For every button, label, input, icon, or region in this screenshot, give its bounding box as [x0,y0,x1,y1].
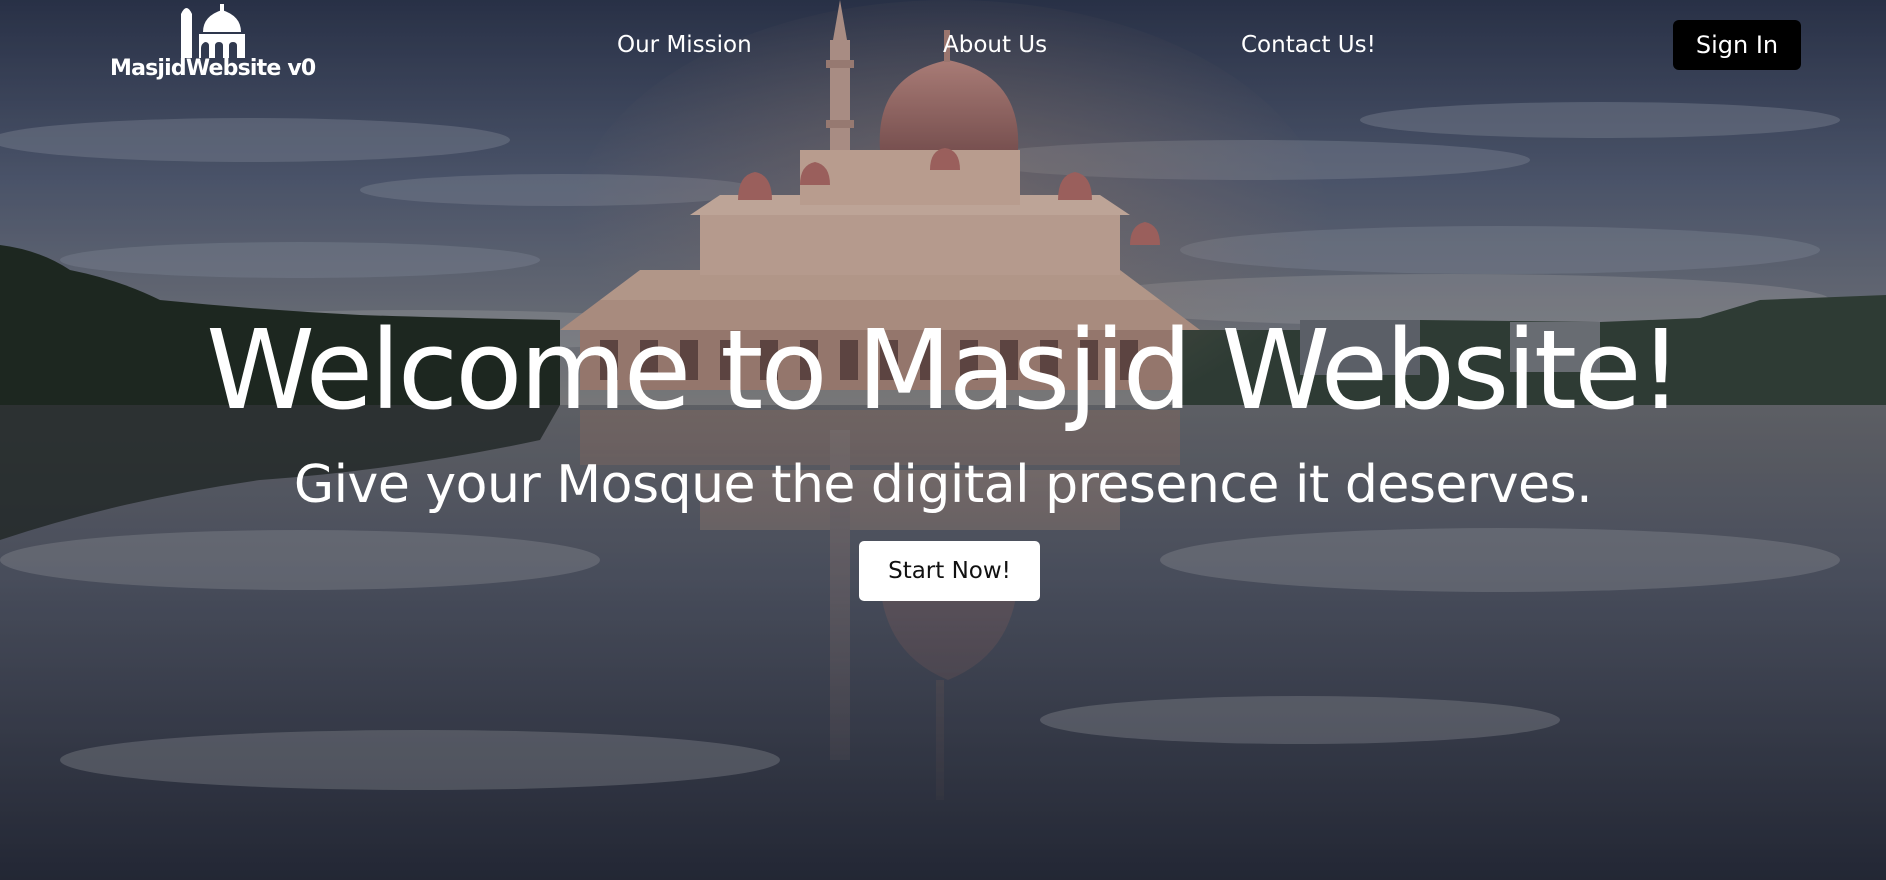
start-now-button[interactable]: Start Now! [859,541,1040,601]
nav-contact-us[interactable]: Contact Us! [1241,28,1376,62]
site-logo[interactable]: MasjidWebsite v0 [108,4,318,86]
logo-text: MasjidWebsite v0 [110,56,316,81]
background-overlay [0,0,1886,880]
nav-our-mission[interactable]: Our Mission [617,28,752,62]
top-navbar: MasjidWebsite v0 Our Mission About Us Co… [0,0,1886,92]
hero-section: MasjidWebsite v0 Our Mission About Us Co… [0,0,1886,880]
hero-subtitle: Give your Mosque the digital presence it… [293,455,1593,515]
hero-title: Welcome to Masjid Website! [206,306,1683,434]
mosque-icon [181,4,245,58]
nav-about-us[interactable]: About Us [943,28,1047,62]
sign-in-button[interactable]: Sign In [1673,20,1801,70]
